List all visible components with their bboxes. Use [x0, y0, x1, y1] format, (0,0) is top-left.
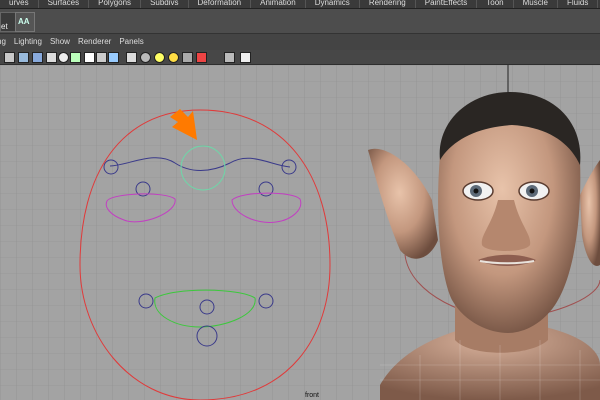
menu-tab[interactable]: Dynamics: [306, 0, 360, 8]
menu-tab[interactable]: Animation: [251, 0, 306, 8]
shelf: et AA: [0, 9, 600, 34]
camera-icon[interactable]: [182, 52, 193, 63]
cube-icon[interactable]: [126, 52, 137, 63]
default-light-icon[interactable]: [154, 52, 165, 63]
menu-tab[interactable]: Deformation: [189, 0, 252, 8]
grid-icon[interactable]: [70, 52, 81, 63]
texture-icon[interactable]: [46, 52, 57, 63]
panel-menu-item[interactable]: Panels: [119, 37, 143, 46]
panel-menu-item[interactable]: Renderer: [78, 37, 111, 46]
pupil-left: [473, 188, 479, 194]
panel-toolbar: [0, 50, 600, 65]
wireframe-icon[interactable]: [18, 52, 29, 63]
bbox-icon[interactable]: [108, 52, 119, 63]
menu-tabs: urves Surfaces Polygons Subdivs Deformation A…: [0, 0, 600, 8]
menu-tab[interactable]: Polygons: [89, 0, 142, 8]
resolution-gate-icon[interactable]: [224, 52, 235, 63]
menu-tab[interactable]: Toon: [477, 0, 514, 8]
shelf-button-left[interactable]: et: [0, 12, 16, 32]
menu-tab[interactable]: urves: [0, 0, 39, 8]
smooth-icon[interactable]: [32, 52, 43, 63]
shelf-button-aa[interactable]: AA: [15, 12, 35, 32]
menu-bar: urves Surfaces Polygons Subdivs Deformation A…: [0, 0, 600, 9]
camera-label: front: [305, 392, 320, 399]
xray-icon[interactable]: [96, 52, 107, 63]
display-icon[interactable]: [4, 52, 15, 63]
sphere-icon[interactable]: [140, 52, 151, 63]
panel-menu-item[interactable]: ng: [0, 37, 6, 46]
film-gate-icon[interactable]: [196, 52, 207, 63]
panel-menus: ng Lighting Show Renderer Panels: [0, 37, 152, 46]
viewport-canvas: [0, 65, 600, 400]
menu-tab[interactable]: Muscle: [514, 0, 558, 8]
shelf-button-aa-label: AA: [18, 17, 30, 26]
pupil-right: [529, 188, 535, 194]
light-icon[interactable]: [58, 52, 69, 63]
menu-tab[interactable]: Rendering: [360, 0, 416, 8]
viewport-front[interactable]: front: [0, 65, 600, 400]
menu-tab[interactable]: Fluids: [558, 0, 599, 8]
menu-tab[interactable]: Surfaces: [39, 0, 90, 8]
isolate-icon[interactable]: [84, 52, 95, 63]
panel-menu-item[interactable]: Lighting: [14, 37, 42, 46]
all-lights-icon[interactable]: [168, 52, 179, 63]
menu-tab[interactable]: Subdivs: [141, 0, 189, 8]
isolate-select-icon[interactable]: [240, 52, 251, 63]
menu-tab[interactable]: PaintEffects: [416, 0, 478, 8]
shelf-button-left-label: et: [1, 22, 8, 31]
panel-menu-bar: ng Lighting Show Renderer Panels: [0, 34, 600, 51]
panel-menu-item[interactable]: Show: [50, 37, 70, 46]
